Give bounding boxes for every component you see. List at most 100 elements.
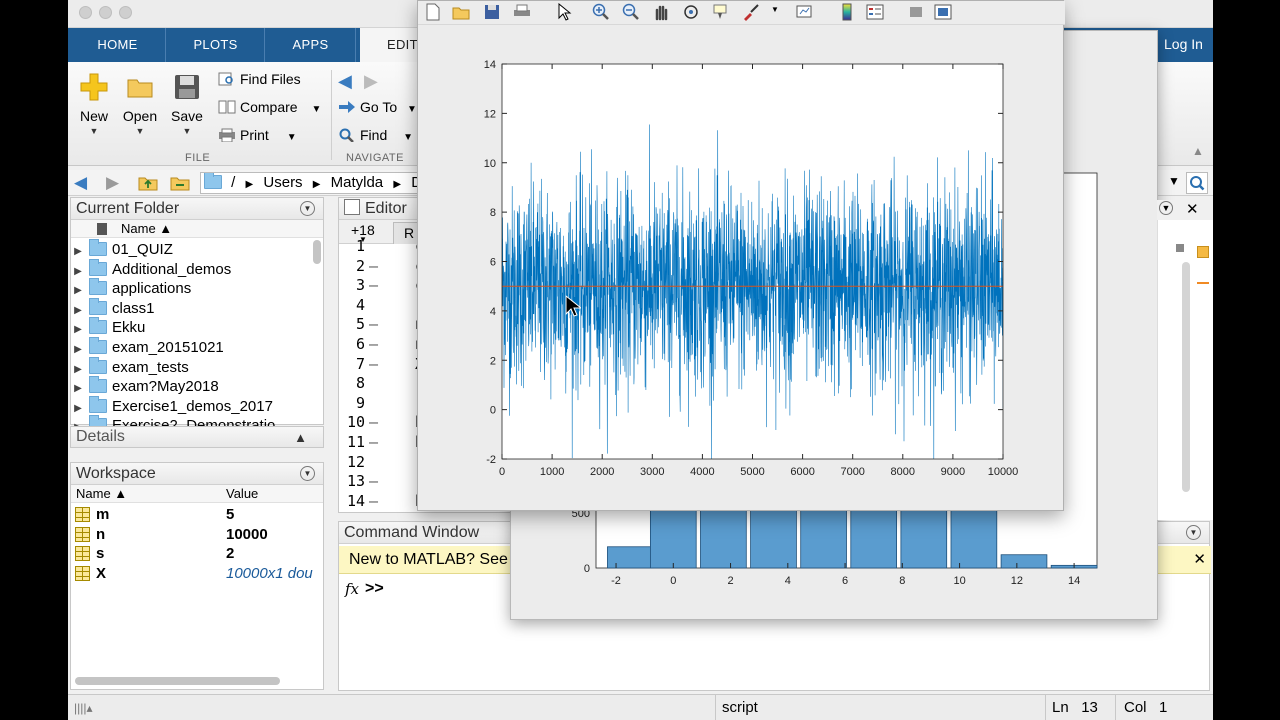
path-dropdown-icon[interactable]: ▼ [1168, 174, 1180, 188]
data-cursor-icon[interactable] [712, 3, 730, 21]
forward-arrow-icon[interactable]: ▶ [364, 71, 378, 92]
open-file-icon[interactable] [452, 3, 470, 21]
scrollbar-thumb[interactable] [1182, 262, 1190, 492]
up-folder-icon[interactable] [138, 174, 158, 191]
breakpoint-marker[interactable]: – [369, 355, 378, 375]
legend-icon[interactable] [866, 3, 884, 21]
find-button[interactable]: Find ▼ [338, 124, 413, 146]
back-arrow-icon[interactable]: ◀ [338, 71, 352, 92]
folder-list-item[interactable]: ▶ Exercise1_demos_2017 [71, 395, 323, 417]
open-button[interactable]: Open ▼ [114, 72, 166, 136]
save-button[interactable]: Save ▼ [161, 72, 213, 136]
expand-arrow-icon[interactable]: ▶ [71, 340, 85, 360]
workspace-variable-row[interactable]: m5 [71, 505, 323, 525]
line-number: 8 [355, 374, 365, 393]
compare-button[interactable]: Compare ▼ [218, 96, 321, 118]
y-tick-label: 4 [490, 306, 496, 318]
workspace-variable-row[interactable]: s2 [71, 544, 323, 564]
colorbar-icon[interactable] [838, 3, 856, 21]
browse-folder-icon[interactable] [170, 174, 190, 191]
new-figure-icon[interactable] [424, 3, 442, 21]
close-icon[interactable]: ✕ [1186, 200, 1199, 218]
breakpoint-marker[interactable]: – [369, 433, 378, 453]
y-tick-label: 14 [484, 59, 496, 71]
warning-indicator-icon[interactable] [1197, 246, 1209, 258]
show-plot-tools-icon[interactable] [934, 3, 952, 21]
warning-marker[interactable] [1197, 282, 1209, 284]
folder-list-item[interactable]: ▶ exam_tests [71, 356, 323, 378]
folder-list-item[interactable]: ▶ class1 [71, 297, 323, 319]
brush-icon[interactable] [742, 3, 760, 21]
folder-list-item[interactable]: ▶ Additional_demos [71, 258, 323, 280]
panel-menu-icon[interactable]: ▼ [1186, 525, 1201, 540]
print-button[interactable]: Print ▼ [218, 124, 297, 146]
folder-list-item[interactable]: ▶ applications [71, 278, 323, 301]
window-close-button[interactable] [79, 6, 92, 19]
scrollbar-thumb[interactable] [313, 240, 321, 264]
find-files-button[interactable]: Find Files [218, 68, 301, 90]
folder-list-item[interactable]: ▶ exam_20151021 [71, 336, 323, 360]
folder-list-item[interactable]: ▶ Ekku [71, 317, 323, 338]
path-segment[interactable]: / [231, 174, 235, 191]
search-folder-button[interactable] [1186, 172, 1208, 194]
resize-grip-icon[interactable]: ||||▴ [74, 695, 93, 720]
breakpoint-marker[interactable]: – [369, 276, 378, 296]
folder-name: exam?May2018 [112, 378, 219, 396]
path-segment[interactable]: Users [263, 174, 302, 191]
back-arrow-icon[interactable]: ◀ [74, 173, 87, 193]
rotate-3d-icon[interactable] [682, 3, 700, 21]
forward-arrow-icon[interactable]: ▶ [106, 173, 119, 193]
chevron-down-icon[interactable]: ▼ [771, 5, 779, 14]
breakpoint-marker[interactable]: – [369, 492, 378, 512]
zoom-out-icon[interactable] [622, 3, 640, 21]
panel-menu-icon[interactable]: ▼ [300, 201, 315, 216]
command-prompt[interactable]: >> [365, 580, 384, 598]
tab-apps-label: APPS [292, 37, 329, 52]
chevron-down-icon: ▼ [135, 126, 145, 136]
collapse-ribbon-icon[interactable]: ▲ [1192, 144, 1204, 158]
close-icon[interactable]: ✕ [1193, 546, 1206, 574]
details-panel-header[interactable]: Details ▲ [70, 426, 324, 448]
plot-figure-window[interactable]: ▼ 0 1000 2000 3000 4000 5000 6000 7000 8000 9000 1… [417, 0, 1065, 511]
pan-hand-icon[interactable] [652, 3, 670, 21]
workspace-column-header[interactable]: Name ▲ Value [71, 485, 323, 503]
folder-open-icon [125, 72, 155, 102]
breakpoint-marker[interactable]: – [369, 257, 378, 277]
breakpoint-marker[interactable]: – [369, 413, 378, 433]
floppy-disk-icon [172, 72, 202, 102]
expand-arrow-icon[interactable]: ▶ [71, 242, 85, 262]
zoom-in-icon[interactable] [592, 3, 610, 21]
tab-home[interactable]: HOME [70, 28, 166, 62]
tab-editor[interactable]: EDITO [360, 28, 428, 62]
goto-button[interactable]: Go To ▼ [338, 96, 417, 118]
print-figure-icon[interactable] [513, 3, 531, 21]
breakpoint-marker[interactable]: – [369, 315, 378, 335]
new-button[interactable]: New ▼ [68, 72, 120, 136]
workspace-variable-row[interactable]: n 10000 [71, 525, 323, 545]
fx-icon[interactable]: fx [345, 580, 359, 598]
panel-menu-icon[interactable]: ▼ [300, 466, 315, 481]
tab-apps[interactable]: APPS [266, 28, 356, 62]
x-tick-label: 8000 [891, 466, 915, 478]
x-tick-label: 10000 [988, 466, 1019, 478]
folder-list-item[interactable]: ▶ exam?May2018 [71, 376, 323, 399]
folder-list-item[interactable]: ▶ 01_QUIZ [71, 239, 323, 262]
panel-menu-icon[interactable]: ▼ [1159, 201, 1173, 215]
workspace-variable-row[interactable]: X 10000x1 dou [71, 564, 323, 584]
hide-plot-tools-icon[interactable] [907, 3, 925, 21]
breakpoint-marker[interactable]: – [369, 472, 378, 492]
tab-plots[interactable]: PLOTS [167, 28, 265, 62]
link-plot-icon[interactable] [796, 3, 814, 21]
window-minimize-button[interactable] [99, 6, 112, 19]
pointer-icon[interactable] [555, 3, 573, 21]
window-zoom-button[interactable] [119, 6, 132, 19]
expand-arrow-icon[interactable]: ▶ [71, 379, 85, 399]
scrollbar-thumb[interactable] [75, 677, 280, 685]
chevron-up-icon[interactable]: ▲ [294, 428, 307, 448]
current-folder-column-header[interactable]: Name ▲ [71, 220, 323, 238]
login-link[interactable]: Log In [1164, 28, 1203, 62]
save-figure-icon[interactable] [483, 3, 501, 21]
path-segment[interactable]: Matylda [331, 174, 384, 191]
breakpoint-marker[interactable]: – [369, 335, 378, 355]
expand-arrow-icon[interactable]: ▶ [71, 281, 85, 301]
